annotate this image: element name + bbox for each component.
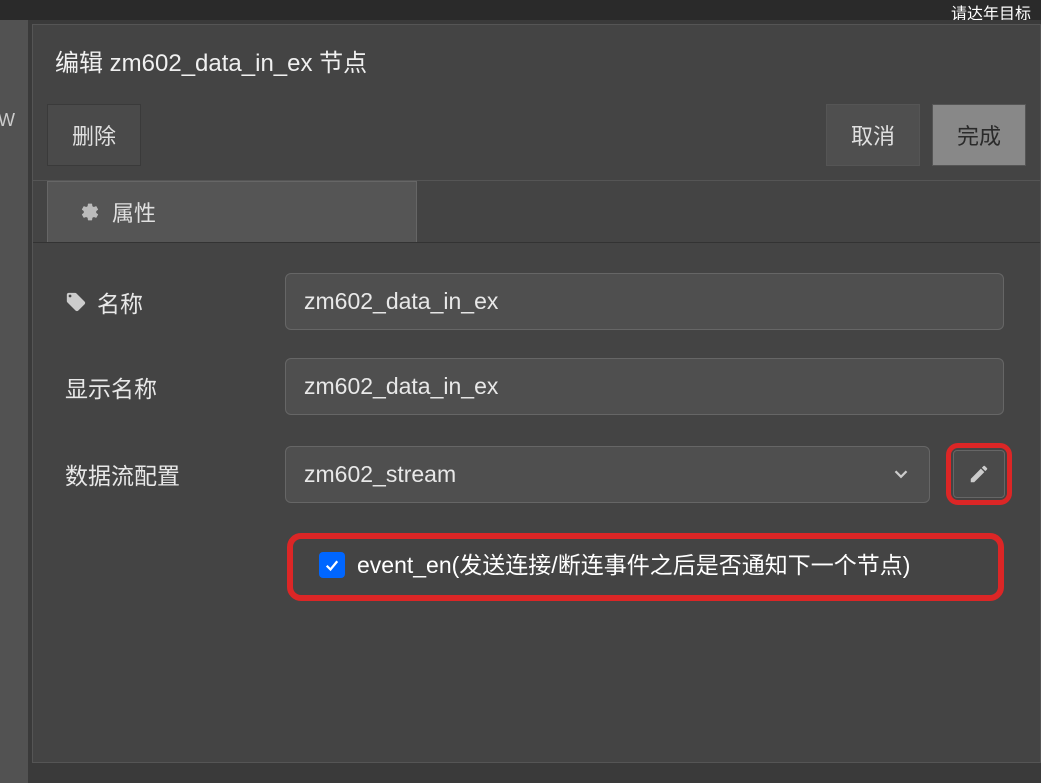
stream-select-wrapper: zm602_stream	[285, 446, 930, 503]
form-row-name: 名称	[47, 273, 1026, 330]
delete-button[interactable]: 删除	[47, 104, 141, 166]
stream-config-label: 数据流配置	[47, 457, 277, 491]
left-stripe-text: W	[0, 110, 15, 131]
name-label-text: 名称	[97, 285, 143, 319]
display-name-label-text: 显示名称	[65, 370, 157, 404]
button-row: 删除 取消 完成	[33, 96, 1040, 181]
pencil-icon	[968, 463, 990, 485]
tab-properties-label: 属性	[112, 196, 156, 228]
name-input[interactable]	[285, 273, 1004, 330]
form-row-stream-config: 数据流配置 zm602_stream	[47, 443, 1026, 505]
display-name-label: 显示名称	[47, 370, 277, 404]
event-en-checkbox-row: event_en(发送连接/断连事件之后是否通知下一个节点)	[287, 533, 1004, 601]
left-stripe: W	[0, 20, 28, 783]
gear-icon	[80, 202, 100, 222]
tab-properties[interactable]: 属性	[47, 181, 417, 242]
top-bar-text: 请达年目标	[951, 6, 1031, 20]
tag-icon	[65, 291, 87, 313]
edit-stream-button[interactable]	[953, 450, 1005, 498]
checkmark-icon	[323, 556, 341, 574]
stream-config-select[interactable]: zm602_stream	[285, 446, 930, 503]
tab-row: 属性	[33, 181, 1040, 243]
stream-config-label-text: 数据流配置	[65, 457, 180, 491]
button-row-right: 取消 完成	[826, 104, 1026, 166]
cancel-button[interactable]: 取消	[826, 104, 920, 166]
name-label: 名称	[47, 285, 277, 319]
dialog-container: 编辑 zm602_data_in_ex 节点 删除 取消 完成 属性 名称	[32, 24, 1041, 763]
form-body: 名称 显示名称 数据流配置 zm602_stream	[33, 243, 1040, 621]
edit-button-highlight	[946, 443, 1012, 505]
event-en-label: event_en(发送连接/断连事件之后是否通知下一个节点)	[357, 549, 910, 581]
event-en-checkbox[interactable]	[319, 552, 345, 578]
display-name-input[interactable]	[285, 358, 1004, 415]
top-bar: 请达年目标	[0, 0, 1041, 20]
form-row-display-name: 显示名称	[47, 358, 1026, 415]
done-button[interactable]: 完成	[932, 104, 1026, 166]
dialog-title: 编辑 zm602_data_in_ex 节点	[33, 25, 1040, 96]
